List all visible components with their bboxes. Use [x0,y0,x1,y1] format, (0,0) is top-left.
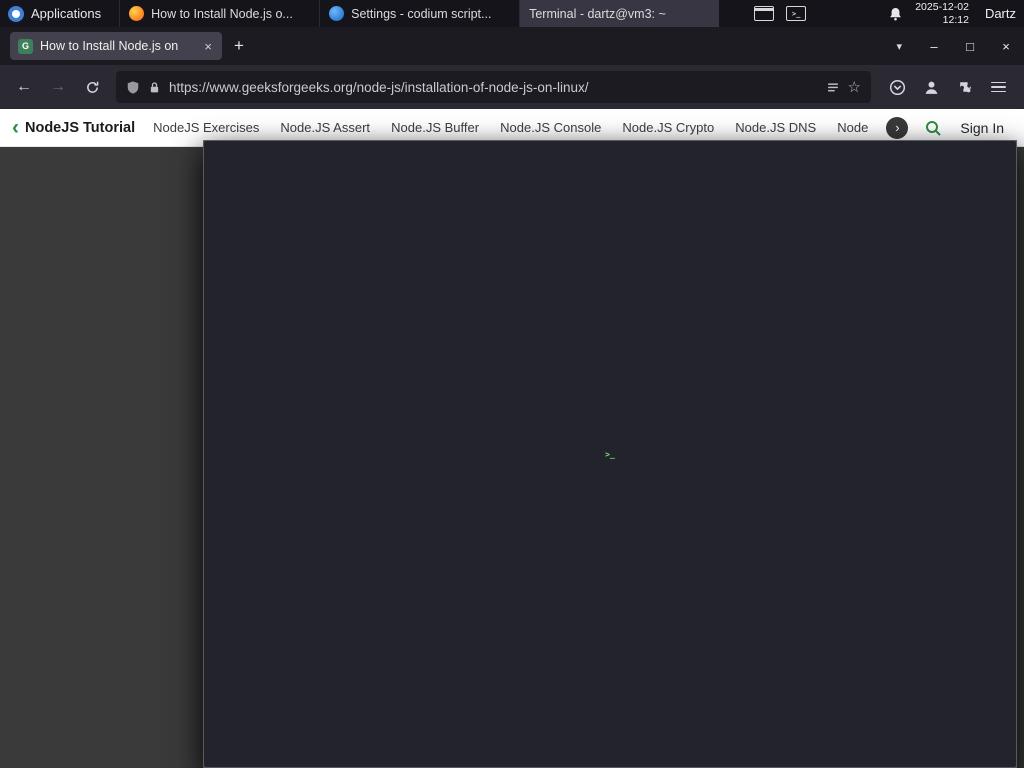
menu-icon[interactable] [991,81,1006,93]
toolbar-right-icons [879,79,1016,96]
browser-close-button[interactable]: × [988,39,1024,54]
reload-button[interactable] [76,71,108,103]
firefox-icon [129,6,145,21]
tab-title: How to Install Node.js on [40,39,179,53]
applications-menu-button[interactable]: Applications [0,0,113,27]
browser-tab-bar: G How to Install Node.js on × + ▾ – □ × [0,27,1024,65]
top-panel: Applications How to Install Node.js o...… [0,0,1024,768]
search-icon[interactable] [924,119,942,137]
browser-maximize-button[interactable]: □ [952,39,988,54]
extensions-icon[interactable] [957,79,974,96]
back-button[interactable]: ← [8,71,40,103]
taskbar: How to Install Node.js o... Settings - co… [119,0,1017,768]
taskbar-item-label: Terminal - dartz@vm3: ~ [529,6,666,21]
browser-minimize-button[interactable]: – [916,39,952,54]
codium-icon [329,6,345,21]
desktop: Applications How to Install Node.js o...… [0,0,1024,768]
site-nav-link[interactable]: Node.JS DNS [733,120,818,135]
sign-in-button[interactable]: Sign In [958,120,1012,136]
taskbar-item[interactable]: How to Install Node.js o... [119,0,319,27]
tabbar-controls: ▾ – □ × [882,39,1024,54]
tray-terminal-icon[interactable]: >_ [786,6,807,21]
site-nav-link[interactable]: Node.JS Console [498,120,603,135]
url-text: https://www.geeksforgeeks.org/node-js/in… [169,79,589,95]
nav-back-chevron-icon[interactable]: ‹ [12,117,25,138]
lock-icon[interactable] [148,80,161,95]
site-nav-link[interactable]: Node [835,120,870,135]
browser-toolbar: ← → https://www.geeksforgeeks.org/node-j… [0,65,1024,109]
site-nav-link[interactable]: NodeJS Exercises [151,120,261,135]
clock-time: 12:12 [942,13,969,26]
clock-date: 2025-12-02 [915,0,969,13]
site-nav-link[interactable]: Node.JS Assert [278,120,372,135]
site-nav-link[interactable]: Node.JS Buffer [389,120,481,135]
url-bar[interactable]: https://www.geeksforgeeks.org/node-js/in… [116,71,871,103]
applications-label: Applications [31,6,102,21]
system-tray: >_ 2025-12-02 12:12 Dartz [754,1,1024,26]
pocket-icon[interactable] [889,79,906,96]
tab-close-icon[interactable]: × [202,39,214,54]
reader-view-icon[interactable] [826,81,840,94]
nav-next-chevron-icon[interactable]: › [886,116,909,139]
tray-window-icon[interactable] [754,6,775,21]
taskbar-item[interactable]: >_ Terminal - dartz@vm3: ~ [203,0,1017,768]
notification-bell-icon[interactable] [888,6,903,22]
user-menu[interactable]: Dartz [981,6,1016,21]
taskbar-item-label: How to Install Node.js o... [151,6,293,21]
taskbar-item-label: Settings - codium script... [351,6,492,21]
account-icon[interactable] [923,79,940,96]
tutorial-title[interactable]: NodeJS Tutorial [25,120,135,136]
applications-icon [8,5,24,22]
browser-tab[interactable]: G How to Install Node.js on × [10,32,222,60]
tracking-shield-icon[interactable] [126,80,140,95]
site-nav-links: NodeJS Exercises Node.JS Assert Node.JS Bu… [151,120,870,135]
taskbar-item[interactable]: Settings - codium script... [319,0,519,27]
site-favicon: G [18,38,33,54]
clock[interactable]: 2025-12-02 12:12 [915,1,969,26]
new-tab-button[interactable]: + [222,36,256,56]
list-tabs-chevron-icon[interactable]: ▾ [882,40,916,53]
forward-button[interactable]: → [42,71,74,103]
bookmark-star-icon[interactable]: ☆ [848,78,861,96]
site-nav-link[interactable]: Node.JS Crypto [620,120,716,135]
